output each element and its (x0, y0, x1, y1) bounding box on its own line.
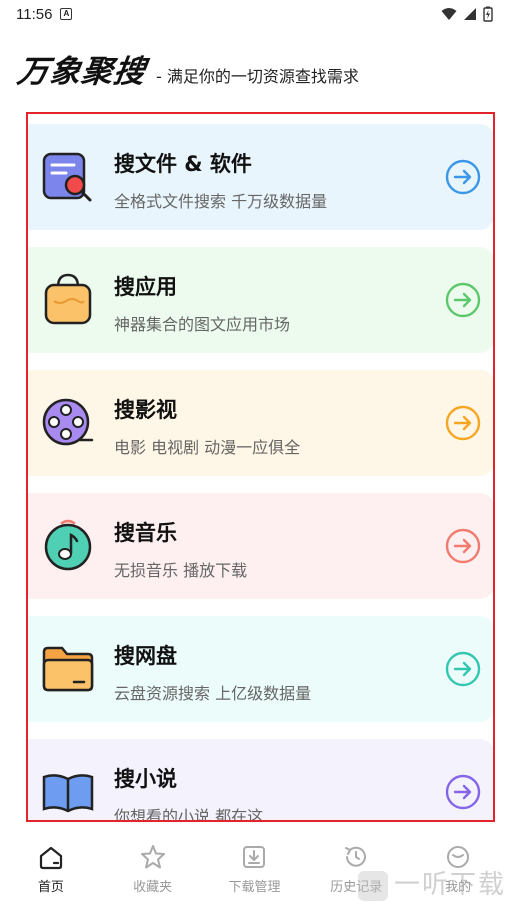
card-description: 你想看的小说 都在这 (114, 807, 264, 822)
arrow-right-icon[interactable] (444, 650, 482, 688)
app-subtitle: - 满足你的一切资源查找需求 (156, 67, 359, 86)
card-title: 搜网盘 (114, 644, 177, 668)
status-time: 11:56 (16, 5, 53, 23)
card-title: 搜应用 (114, 275, 177, 299)
card-search-files[interactable]: 搜文件 & 软件 全格式文件搜索 千万级数据量 (28, 124, 493, 230)
home-icon (39, 846, 62, 870)
card-description: 无损音乐 播放下载 (114, 561, 248, 580)
arrow-right-icon[interactable] (444, 158, 482, 196)
nav-item-favorites[interactable]: 收藏夹 (108, 836, 198, 895)
wifi-icon (441, 8, 457, 20)
card-description: 神器集合的图文应用市场 (114, 315, 291, 334)
card-title: 搜影视 (114, 398, 177, 422)
nav-label: 首页 (37, 880, 64, 895)
signal-icon (464, 8, 476, 20)
file-search-icon (42, 152, 92, 202)
card-search-movies[interactable]: 搜影视 电影 电视剧 动漫一应俱全 (28, 370, 493, 476)
nav-label: 收藏夹 (133, 880, 173, 895)
app-title: 万象聚搜 (14, 54, 149, 90)
notification-icon: A (60, 8, 73, 20)
watermark-text: 一听下载 (394, 870, 507, 900)
star-icon (140, 845, 165, 869)
book-icon (42, 774, 94, 813)
card-search-music[interactable]: 搜音乐 无损音乐 播放下载 (28, 493, 493, 599)
card-title: 搜小说 (114, 767, 177, 791)
watermark-logo-icon (358, 870, 388, 901)
folder-icon (42, 646, 94, 692)
nav-item-downloads[interactable]: 下载管理 (209, 836, 299, 895)
card-search-novels[interactable]: 搜小说 你想看的小说 都在这 (28, 739, 493, 822)
card-description: 全格式文件搜索 千万级数据量 (114, 192, 328, 211)
watermark: 一听下载 (358, 864, 506, 901)
card-title: 搜文件 & 软件 (114, 152, 252, 176)
arrow-right-icon[interactable] (444, 281, 482, 319)
card-description: 电影 电视剧 动漫一应俱全 (114, 438, 301, 457)
search-category-list: 搜文件 & 软件 全格式文件搜索 千万级数据量 搜应用 神器集合的图文应用市场 (26, 112, 495, 822)
nav-item-home[interactable]: 首页 (6, 836, 96, 895)
film-reel-icon (42, 398, 94, 446)
status-bar: 11:56 A (0, 0, 509, 28)
card-title: 搜音乐 (114, 521, 177, 545)
card-search-cloud-drive[interactable]: 搜网盘 云盘资源搜索 上亿级数据量 (28, 616, 493, 722)
arrow-right-icon[interactable] (444, 527, 482, 565)
download-icon (243, 846, 266, 868)
card-search-apps[interactable]: 搜应用 神器集合的图文应用市场 (28, 247, 493, 353)
nav-label: 下载管理 (228, 880, 281, 895)
battery-icon (483, 6, 493, 22)
arrow-right-icon[interactable] (444, 404, 482, 442)
arrow-right-icon[interactable] (444, 773, 482, 811)
card-description: 云盘资源搜索 上亿级数据量 (114, 684, 312, 703)
header: 万象聚搜 - 满足你的一切资源查找需求 (14, 46, 359, 91)
music-note-icon (44, 519, 92, 571)
shopping-bag-icon (44, 273, 92, 325)
